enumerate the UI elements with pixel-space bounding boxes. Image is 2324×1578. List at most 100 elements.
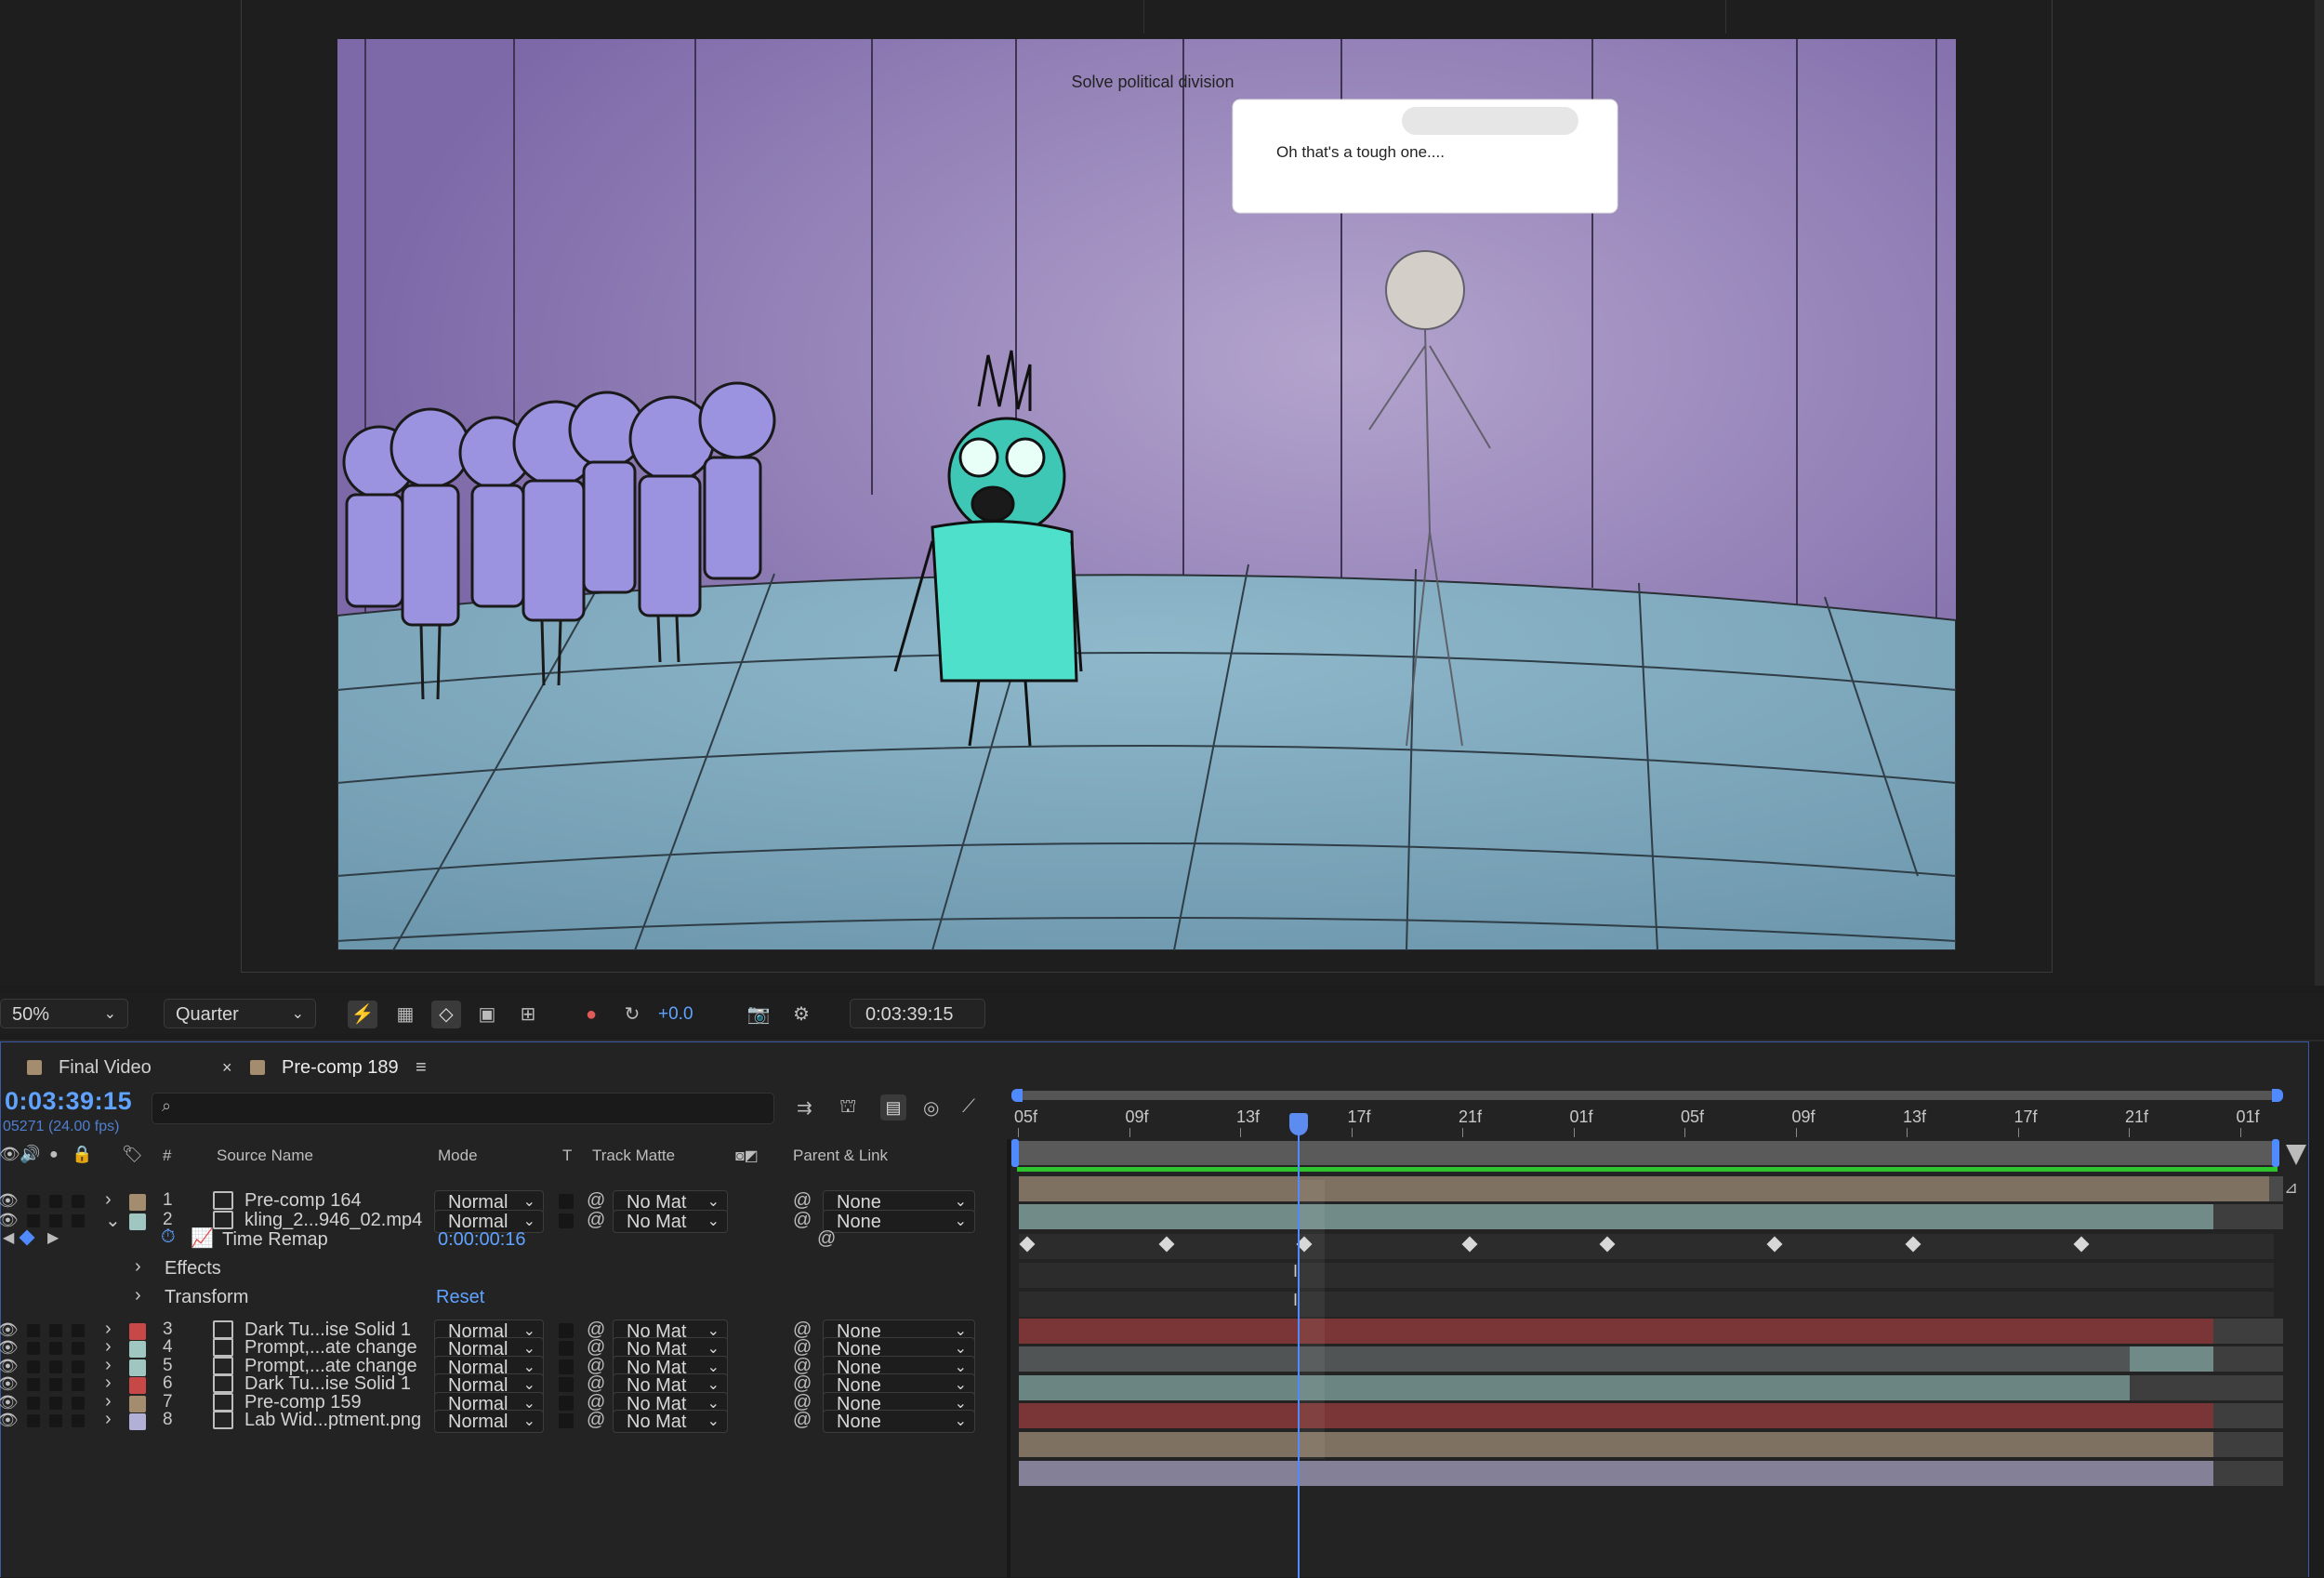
graph-editor-icon[interactable]: ⟋ [962, 1096, 975, 1118]
blend-mode-dropdown[interactable]: Normal ⌄ [434, 1410, 544, 1433]
work-area-end-handle[interactable] [2272, 1139, 2279, 1167]
layer-duration-bar[interactable] [1019, 1432, 2213, 1457]
close-tab-icon[interactable]: × [222, 1054, 232, 1081]
solo-toggle[interactable] [49, 1195, 62, 1208]
expand-chevron-icon[interactable]: › [135, 1256, 141, 1278]
graph-icon[interactable]: 📈 [191, 1227, 214, 1250]
chevron-right-icon[interactable]: › [105, 1409, 112, 1430]
lock-toggle[interactable] [72, 1195, 85, 1208]
magnification-dropdown[interactable]: 50% ⌄ [0, 999, 128, 1028]
comp-marker-bin-icon[interactable] [2286, 1145, 2306, 1165]
layer-duration-bar[interactable] [1019, 1461, 2213, 1486]
fast-previews-icon[interactable]: ⚡ [348, 1001, 377, 1028]
navigator-end-handle[interactable] [2272, 1089, 2283, 1102]
transform-label: Transform [165, 1287, 249, 1307]
eye-icon[interactable]: 👁 [0, 1411, 19, 1430]
layer-row[interactable]: 👁 › 8 Lab Wid...ptment.png Normal ⌄ @ No Mat ⌄ @ N… [0, 1407, 1005, 1436]
motion-blur-icon[interactable]: ◎ [923, 1096, 939, 1120]
composition-frame[interactable]: Solve political division Oh that's a tou… [337, 39, 1956, 950]
viewer-toolbar: 50% ⌄ Quarter ⌄ ⚡ ▦ ◇ ▣ ⊞ ● ↻ +0.0 📷 ⚙ 0:0… [0, 993, 2324, 1034]
current-time-indicator[interactable] [1289, 1113, 1308, 1135]
viewer-scrollbar[interactable] [2315, 0, 2324, 986]
time-remap-label: Time Remap [222, 1229, 328, 1250]
layer-name[interactable]: Lab Wid...ptment.png [244, 1410, 421, 1431]
layer-duration-bar[interactable] [2130, 1375, 2283, 1400]
property-row-effects[interactable]: › Effects [1, 1254, 1005, 1283]
ruler-tick [1351, 1128, 1353, 1137]
time-navigator-bar[interactable] [1017, 1091, 2278, 1100]
stopwatch-icon[interactable]: ⏱ [161, 1227, 176, 1248]
mask-path-icon[interactable]: ◇ [431, 1001, 461, 1028]
chat-prompt-chip: Solve political division [1071, 73, 1235, 91]
layer-duration-bar[interactable] [1019, 1375, 2130, 1400]
timeline-split-divider[interactable] [1007, 1139, 1010, 1578]
transparency-grid-icon[interactable]: ▦ [390, 1001, 420, 1028]
region-of-interest-icon[interactable]: ▣ [472, 1001, 502, 1028]
show-snapshot-icon[interactable]: ⚙ [786, 1001, 816, 1028]
expand-chevron-icon[interactable]: › [135, 1285, 141, 1306]
frame-rate-label: 05271 (24.00 fps) [3, 1119, 120, 1134]
property-row-transform[interactable]: › Transform Reset [1, 1283, 1005, 1312]
layer-duration-bar[interactable] [1019, 1204, 2213, 1229]
layer-duration-bar[interactable] [1019, 1346, 2130, 1372]
work-area-start-handle[interactable] [1011, 1139, 1019, 1167]
resolution-dropdown[interactable]: Quarter ⌄ [164, 999, 316, 1028]
lock-toggle[interactable] [72, 1414, 85, 1427]
layer-duration-bar[interactable] [2213, 1204, 2283, 1229]
panel-menu-icon[interactable]: ≡ [416, 1054, 427, 1081]
ruler-tick-label: 13f [1903, 1107, 1927, 1126]
grid-guides-icon[interactable]: ⊞ [513, 1001, 543, 1028]
track-matte-dropdown[interactable]: No Mat ⌄ [613, 1410, 728, 1433]
layer-duration-bar[interactable] [2213, 1403, 2283, 1428]
pickwhip-icon[interactable]: @ [817, 1228, 836, 1250]
chevron-down-icon: ⌄ [954, 1413, 967, 1429]
current-time-display[interactable]: 0:03:39:15 [850, 999, 985, 1028]
solo-toggle[interactable] [49, 1414, 62, 1427]
camera-snapshot-icon[interactable]: 📷 [744, 1001, 773, 1028]
tab-final-video[interactable]: Final Video [27, 1054, 152, 1081]
layer-duration-bar[interactable] [1019, 1403, 2213, 1428]
navigator-start-handle[interactable] [1011, 1089, 1023, 1102]
preserve-transparency-toggle[interactable] [559, 1413, 574, 1428]
tab-pre-comp-189[interactable]: Pre-comp 189 [250, 1054, 399, 1081]
color-management-icon[interactable]: ↻ [617, 1001, 647, 1028]
parent-pickwhip-icon[interactable]: @ [793, 1410, 812, 1431]
ruler-tick-label: 21f [1459, 1107, 1483, 1126]
layer-duration-bar[interactable] [2269, 1176, 2283, 1201]
channels-icon[interactable]: ● [576, 1001, 606, 1028]
header-source-name[interactable]: Source Name [217, 1147, 313, 1165]
composition-mini-flowchart-icon[interactable]: ⇉ [797, 1096, 812, 1120]
next-keyframe-icon[interactable]: ▶ [47, 1228, 59, 1247]
comp-color-swatch [27, 1060, 42, 1075]
layer-duration-bar[interactable] [2213, 1461, 2283, 1486]
layer-duration-bar[interactable] [2213, 1432, 2283, 1457]
keyframe-icon[interactable] [19, 1229, 35, 1246]
audio-toggle[interactable] [27, 1195, 40, 1208]
layer-number: 8 [163, 1410, 173, 1429]
work-area-bar[interactable] [1017, 1141, 2278, 1165]
time-remap-value[interactable]: 0:00:00:16 [438, 1229, 526, 1251]
layer-duration-bar[interactable] [1019, 1176, 2269, 1201]
property-row-time-remap[interactable]: ◀ ▶ ⏱ 📈 Time Remap 0:00:00:16 @ [1, 1226, 1005, 1254]
layer-duration-bar[interactable] [2213, 1346, 2283, 1372]
layer-duration-bar[interactable] [2213, 1319, 2283, 1344]
draft-3d-icon[interactable]: ⛫ [839, 1096, 856, 1120]
parent-dropdown[interactable]: None ⌄ [823, 1410, 975, 1433]
layer-duration-bar[interactable] [2130, 1346, 2213, 1372]
previous-keyframe-icon[interactable]: ◀ [3, 1228, 14, 1247]
chevron-down-icon: ⌄ [291, 1006, 304, 1022]
audio-switch-header-icon: 🔊 [20, 1145, 41, 1163]
ruler-tick-label: 05f [1681, 1107, 1705, 1126]
frame-blending-icon[interactable]: ▤ [880, 1094, 906, 1121]
audio-toggle[interactable] [27, 1414, 40, 1427]
layer-duration-bar[interactable] [1019, 1263, 2274, 1288]
transform-reset-link[interactable]: Reset [436, 1287, 484, 1308]
track-matte-pickwhip-icon[interactable]: @ [587, 1410, 605, 1431]
exposure-value[interactable]: +0.0 [658, 1001, 693, 1028]
layer-duration-bar[interactable] [1019, 1292, 2274, 1317]
label-color-swatch[interactable] [129, 1413, 146, 1430]
timeline-timecode[interactable]: 0:03:39:15 [5, 1087, 132, 1116]
image-icon [213, 1411, 233, 1429]
layer-duration-bar[interactable] [1019, 1319, 2213, 1344]
layer-search-input[interactable]: ⌕ [152, 1093, 774, 1124]
